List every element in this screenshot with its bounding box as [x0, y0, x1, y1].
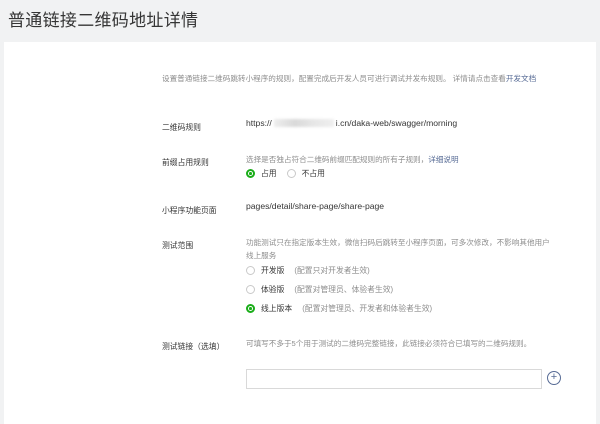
- qr-rule-suffix: i.cn/daka-web/swagger/morning: [335, 118, 458, 128]
- prefix-rule-detail-link[interactable]: 详细说明: [428, 155, 458, 164]
- mini-page-label: 小程序功能页面: [162, 206, 217, 215]
- scope-release-label[interactable]: 线上版本: [261, 303, 292, 314]
- test-link-input[interactable]: [246, 369, 542, 389]
- test-scope-label: 测试范围: [162, 241, 194, 250]
- scope-dev-note: (配置只对开发者生效): [294, 266, 370, 275]
- test-scope-desc: 功能测试只在指定版本生效，微信扫码后跳转至小程序页面，可多次修改，不影响其他用户…: [246, 238, 550, 260]
- prefix-rule-desc: 选择是否独占符合二维码前缀匹配规则的所有子规则，详细说明: [246, 153, 556, 166]
- intro-text: 设置普通链接二维码跳转小程序的规则，配置完成后开发人员可进行调试并发布规则。 详…: [162, 72, 567, 85]
- intro-description: 设置普通链接二维码跳转小程序的规则，配置完成后开发人员可进行调试并发布规则。 详…: [162, 74, 506, 83]
- prefix-rule-label: 前缀占用规则: [162, 158, 209, 167]
- test-link-desc: 可填写不多于5个用于测试的二维码完整链接，此链接必须符合已填写的二维码规则。: [246, 339, 532, 348]
- scope-trial-note: (配置对管理员、体验者生效): [294, 285, 394, 294]
- scope-release-note: (配置对管理员、开发者和体验者生效): [302, 304, 433, 313]
- scope-trial-radio[interactable]: [246, 285, 255, 294]
- scope-dev-radio[interactable]: [246, 266, 255, 275]
- scope-trial-label[interactable]: 体验版: [261, 284, 284, 295]
- prefix-occupy-label[interactable]: 占用: [261, 168, 277, 179]
- mini-page-value: pages/detail/share-page/share-page: [246, 201, 385, 211]
- dev-docs-link[interactable]: 开发文档: [506, 74, 536, 83]
- scope-release-radio[interactable]: [246, 304, 255, 313]
- content-card: [4, 42, 596, 424]
- prefix-rule-options: 占用 不占用: [246, 168, 325, 179]
- prefix-not-occupy-radio[interactable]: [286, 169, 296, 178]
- qr-rule-label: 二维码规则: [162, 123, 201, 132]
- test-link-label: 测试链接（选填）: [162, 342, 225, 351]
- prefix-occupy-radio[interactable]: [246, 169, 255, 178]
- page-title: 普通链接二维码地址详情: [8, 11, 199, 30]
- scope-trial-option[interactable]: 体验版 (配置对管理员、体验者生效): [246, 284, 393, 295]
- add-link-button[interactable]: +: [547, 371, 561, 385]
- redacted-domain: [273, 119, 334, 127]
- scope-dev-label[interactable]: 开发版: [261, 265, 284, 276]
- prefix-rule-desc-text: 选择是否独占符合二维码前缀匹配规则的所有子规则，: [246, 155, 429, 164]
- prefix-not-occupy-label[interactable]: 不占用: [302, 168, 325, 179]
- scope-release-option[interactable]: 线上版本 (配置对管理员、开发者和体验者生效): [246, 303, 432, 314]
- scope-dev-option[interactable]: 开发版 (配置只对开发者生效): [246, 265, 370, 276]
- qr-rule-value: https:// i.cn/daka-web/swagger/morning: [246, 118, 457, 128]
- qr-rule-prefix: https://: [246, 118, 272, 128]
